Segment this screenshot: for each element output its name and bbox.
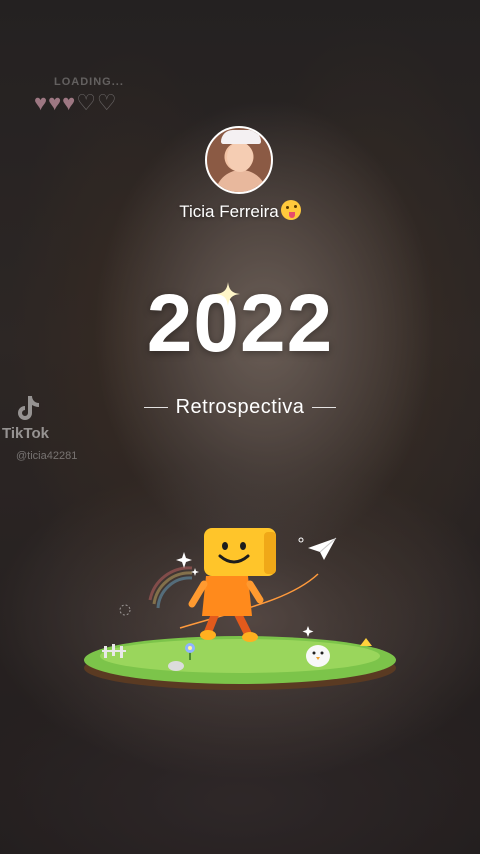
chicken-icon bbox=[306, 645, 330, 667]
year-title: 2022 bbox=[146, 278, 334, 369]
profile-name: Ticia Ferreira bbox=[0, 200, 480, 222]
grass-island-illustration bbox=[84, 528, 396, 690]
tiktok-brand: TikTok bbox=[2, 425, 49, 442]
profile-name-text: Ticia Ferreira bbox=[179, 202, 279, 221]
sparkle-icon bbox=[176, 552, 192, 568]
cheese-decoration bbox=[360, 638, 372, 646]
divider-left bbox=[143, 407, 168, 408]
heart-outline-icon: ♡ bbox=[76, 90, 96, 115]
loading-indicator: LOADING... ♥ ♥ ♥ ♡ ♡ bbox=[34, 76, 124, 114]
heart-icon: ♥ bbox=[62, 90, 76, 115]
heart-icon: ♥ bbox=[34, 90, 48, 115]
rock bbox=[168, 661, 184, 671]
avatar[interactable] bbox=[205, 126, 273, 194]
zany-face-emoji-icon bbox=[280, 200, 301, 220]
rainbow-decoration bbox=[148, 566, 193, 609]
sparkle-icon bbox=[216, 282, 240, 306]
heart-icon: ♥ bbox=[48, 90, 62, 115]
heart-outline-icon: ♡ bbox=[96, 90, 117, 115]
subtitle-row: Retrospectiva bbox=[0, 396, 480, 419]
divider-right bbox=[312, 407, 337, 408]
tiktok-logo-icon bbox=[18, 396, 39, 420]
box-character-icon bbox=[188, 528, 276, 642]
fence bbox=[102, 644, 126, 658]
subtitle: Retrospectiva bbox=[175, 396, 305, 418]
loading-text: LOADING... bbox=[54, 76, 124, 88]
tiktok-watermark: TikTok @ticia42281 bbox=[2, 392, 77, 462]
hearts-row: ♥ ♥ ♥ ♡ ♡ bbox=[34, 92, 124, 114]
paper-plane-icon bbox=[308, 537, 337, 560]
tiktok-handle: @ticia42281 bbox=[16, 450, 78, 462]
